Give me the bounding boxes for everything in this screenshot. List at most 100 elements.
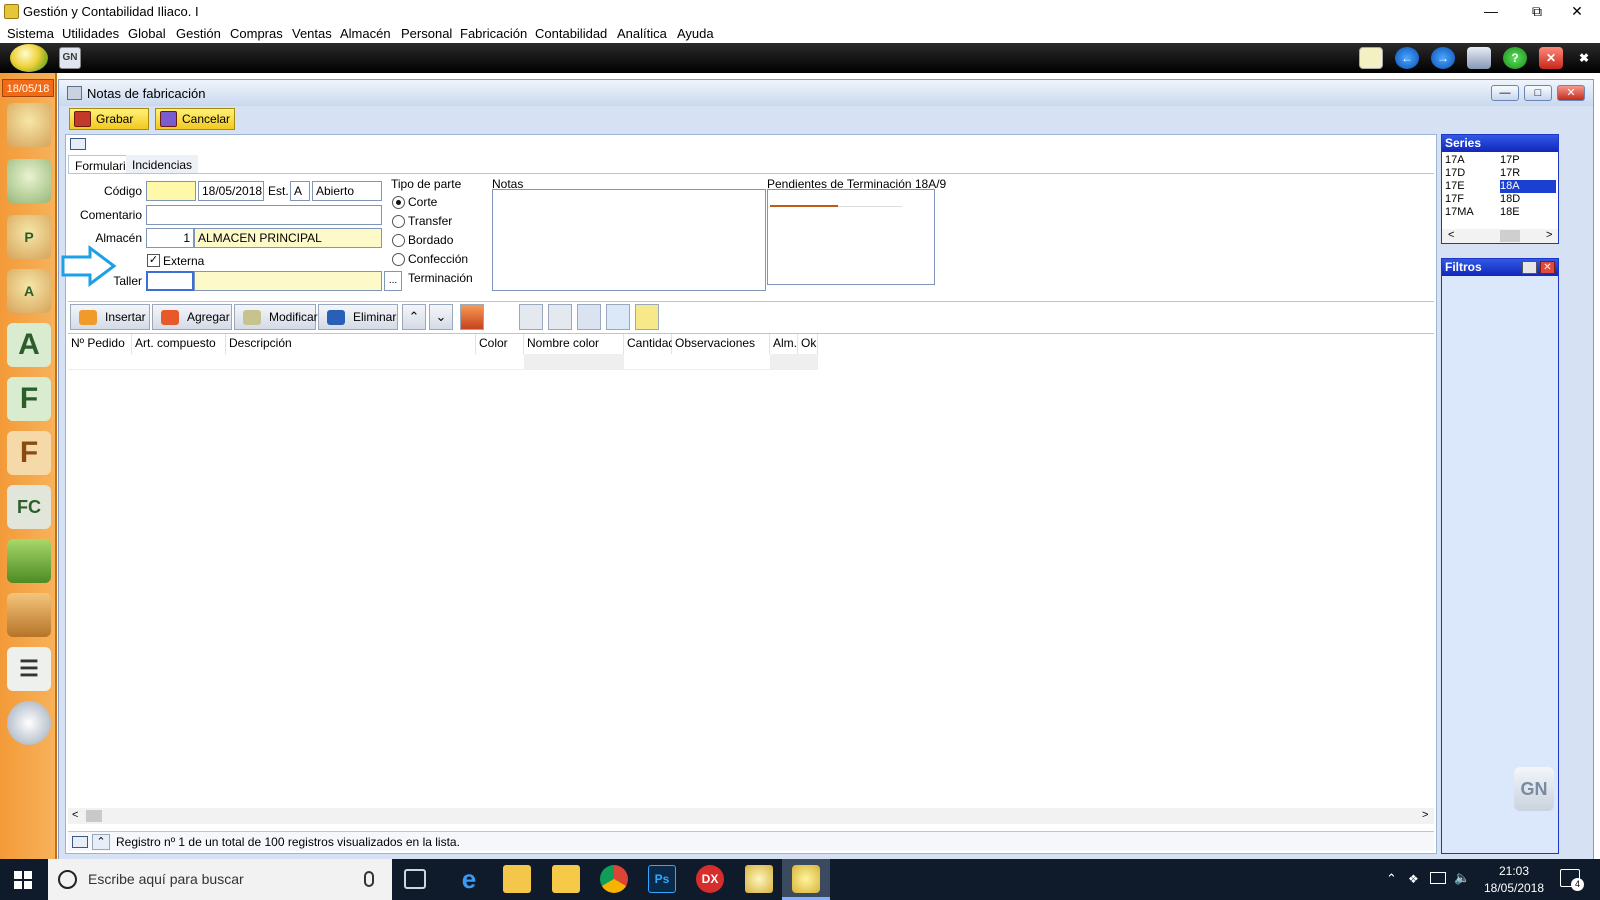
- active-app-tab[interactable]: [782, 859, 830, 900]
- filtros-pin-icon[interactable]: [1522, 261, 1537, 274]
- col-nombre-color[interactable]: Nombre color: [524, 334, 624, 354]
- print-pdf-icon[interactable]: [460, 304, 484, 330]
- articles-a-icon[interactable]: A: [7, 323, 51, 367]
- window-list-icon[interactable]: [1467, 47, 1491, 69]
- menu-ayuda[interactable]: Ayuda: [677, 26, 714, 41]
- comentario-field[interactable]: [146, 205, 382, 225]
- forward-arrow-icon[interactable]: →: [1431, 47, 1455, 69]
- user-p-icon[interactable]: P: [7, 215, 51, 259]
- menu-sistema[interactable]: Sistema: [7, 26, 54, 41]
- window-close-button[interactable]: ✕: [1557, 85, 1585, 101]
- grabar-button[interactable]: Grabar: [69, 108, 149, 130]
- col-observaciones[interactable]: Observaciones: [672, 334, 770, 354]
- photoshop-icon[interactable]: Ps: [648, 865, 676, 893]
- scroll-thumb[interactable]: [86, 810, 102, 822]
- notifications-icon[interactable]: 4: [1560, 869, 1584, 891]
- move-up-button[interactable]: ⌃: [402, 304, 426, 330]
- volume-muted-icon[interactable]: 🔈: [1454, 870, 1470, 886]
- clock-time[interactable]: 21:03: [1480, 864, 1548, 878]
- series-item[interactable]: 17MA: [1445, 206, 1495, 219]
- invoice-f-green-icon[interactable]: F: [7, 377, 51, 421]
- tab-incidencias[interactable]: Incidencias: [126, 155, 199, 175]
- user-a-icon[interactable]: A: [7, 269, 51, 313]
- edge-browser-icon[interactable]: e: [455, 865, 483, 893]
- mail-app-icon[interactable]: [503, 865, 531, 893]
- menu-gestion[interactable]: Gestión: [176, 26, 221, 41]
- col-n-pedido[interactable]: Nº Pedido: [68, 334, 132, 354]
- back-arrow-icon[interactable]: ←: [1395, 47, 1419, 69]
- chrome-icon[interactable]: [600, 865, 628, 893]
- taller-code-field[interactable]: [146, 271, 194, 291]
- list-document-icon[interactable]: ☰: [7, 647, 51, 691]
- window-minimize-button[interactable]: —: [1491, 85, 1519, 101]
- menu-contabilidad[interactable]: Contabilidad: [535, 26, 607, 41]
- menu-analitica[interactable]: Analítica: [617, 26, 667, 41]
- gestion-app-icon[interactable]: [745, 865, 773, 893]
- cancelar-button[interactable]: Cancelar: [155, 108, 235, 130]
- insertar-button[interactable]: Insertar: [70, 304, 150, 330]
- user-icon[interactable]: [7, 159, 51, 203]
- minimize-button[interactable]: —: [1468, 0, 1514, 24]
- menu-almacen[interactable]: Almacén: [340, 26, 391, 41]
- invoice-f-orange-icon[interactable]: F: [7, 431, 51, 475]
- taller-browse-button[interactable]: ...: [384, 271, 402, 291]
- col-cantidad[interactable]: Cantidad: [624, 334, 675, 354]
- series-item[interactable]: 18D: [1500, 193, 1556, 206]
- eliminar-button[interactable]: Eliminar: [318, 304, 398, 330]
- menu-compras[interactable]: Compras: [230, 26, 283, 41]
- status-panel-icon[interactable]: [72, 836, 88, 848]
- series-scroll-right-icon[interactable]: >: [1546, 229, 1552, 241]
- radio-bordado[interactable]: [392, 234, 405, 247]
- radio-confeccion[interactable]: [392, 253, 405, 266]
- col-ok[interactable]: Ok: [798, 334, 818, 354]
- series-scrollbar[interactable]: < >: [1442, 229, 1558, 243]
- close-button[interactable]: ✕: [1554, 0, 1600, 24]
- table-row[interactable]: [68, 354, 818, 370]
- scroll-left-icon[interactable]: <: [72, 809, 78, 821]
- file-explorer-icon[interactable]: [552, 865, 580, 893]
- export-image-icon[interactable]: [635, 304, 659, 330]
- series-item[interactable]: 17P: [1500, 154, 1556, 167]
- horizontal-scrollbar[interactable]: < >: [68, 808, 1434, 824]
- cd-wand-icon[interactable]: [7, 701, 51, 745]
- est-code-field[interactable]: A: [290, 181, 310, 201]
- dropbox-icon[interactable]: ❖: [1408, 872, 1419, 886]
- shopping-bag-orange-icon[interactable]: [7, 593, 51, 637]
- home-orb-icon[interactable]: [10, 44, 48, 72]
- tray-chevron-icon[interactable]: ⌃: [1386, 871, 1397, 887]
- notas-textarea[interactable]: [492, 189, 766, 291]
- col-art-compuesto[interactable]: Art. compuesto: [132, 334, 226, 354]
- date-field[interactable]: 18/05/2018: [198, 181, 264, 201]
- invoice-fc-icon[interactable]: FC: [7, 485, 51, 529]
- radio-corte[interactable]: [392, 196, 405, 209]
- taskbar-search-box[interactable]: Escribe aquí para buscar: [48, 859, 392, 900]
- microphone-icon[interactable]: [364, 871, 374, 887]
- menu-utilidades[interactable]: Utilidades: [62, 26, 119, 41]
- users-group-icon[interactable]: [7, 103, 51, 147]
- menu-global[interactable]: Global: [128, 26, 166, 41]
- series-item[interactable]: 17E: [1445, 180, 1495, 193]
- close-window-icon[interactable]: ✕: [1539, 47, 1563, 69]
- move-down-button[interactable]: ⌄: [429, 304, 453, 330]
- series-item[interactable]: 17F: [1445, 193, 1495, 206]
- shopping-bag-green-icon[interactable]: [7, 539, 51, 583]
- help-icon[interactable]: ?: [1503, 47, 1527, 69]
- window-maximize-button[interactable]: □: [1524, 85, 1552, 101]
- task-view-icon[interactable]: [404, 869, 426, 889]
- series-item[interactable]: 17R: [1500, 167, 1556, 180]
- col-color[interactable]: Color: [476, 334, 524, 354]
- radio-terminacion-label[interactable]: Terminación: [408, 271, 473, 285]
- mail-icon[interactable]: [1359, 47, 1383, 69]
- series-scroll-left-icon[interactable]: <: [1448, 229, 1454, 241]
- series-item[interactable]: 17D: [1445, 167, 1495, 180]
- export-excel-icon[interactable]: [577, 304, 601, 330]
- start-windows-icon[interactable]: [14, 871, 32, 889]
- radio-transfer[interactable]: [392, 215, 405, 228]
- series-item[interactable]: 18E: [1500, 206, 1556, 219]
- menu-fabricacion[interactable]: Fabricación: [460, 26, 527, 41]
- almacen-number-field[interactable]: 1: [146, 228, 194, 248]
- status-collapse-icon[interactable]: ⌃: [92, 834, 110, 850]
- agregar-button[interactable]: Agregar: [152, 304, 232, 330]
- modificar-button[interactable]: Modificar: [234, 304, 318, 330]
- series-item[interactable]: 17A: [1445, 154, 1495, 167]
